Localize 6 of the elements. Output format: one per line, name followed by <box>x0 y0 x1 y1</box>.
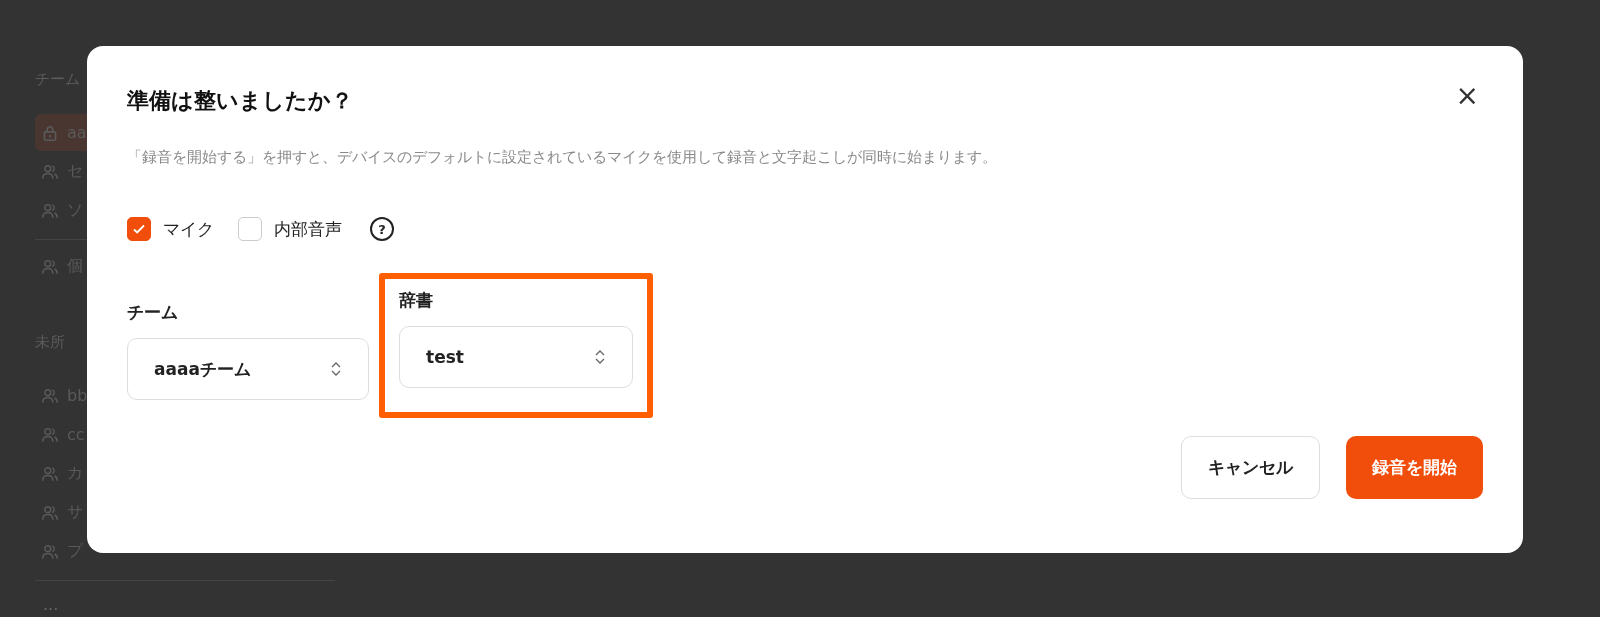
field-label: チーム <box>127 301 179 324</box>
dialog-title: 準備は整いましたか？ <box>127 87 353 115</box>
description: 「録音を開始する」を押すと、デバイスのデフォルトに設定されているマイクを使用して録音と文字起こしが同時に始まります。 <box>127 148 998 167</box>
checkbox-label: 内部音声 <box>274 217 342 241</box>
checkbox-label: マイク <box>163 217 214 241</box>
field-label: 辞書 <box>399 289 434 312</box>
